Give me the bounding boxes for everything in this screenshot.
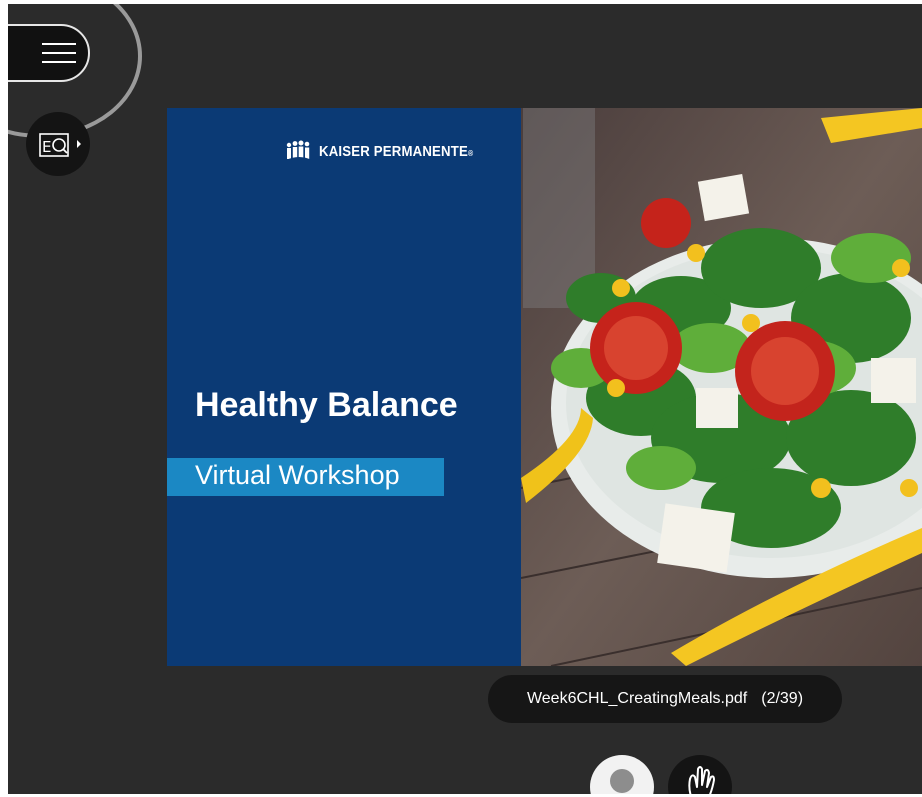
kaiser-logo: KAISER PERMANENTE® (285, 140, 494, 162)
svg-text:E: E (42, 138, 51, 156)
slide-subtitle: Virtual Workshop (195, 460, 400, 490)
my-status-button[interactable] (590, 755, 654, 794)
brand-name: KAISER PERMANENTE® (319, 142, 474, 160)
raise-hand-button[interactable] (668, 755, 732, 794)
raise-hand-icon (688, 766, 715, 794)
slide-title-panel: KAISER PERMANENTE® Healthy Balance Virtu… (167, 108, 521, 666)
hamburger-icon (42, 43, 76, 63)
file-name-pill[interactable]: Week6CHL_CreatingMeals.pdf (2/39) (488, 675, 842, 723)
kaiser-people-icon (286, 140, 312, 160)
file-name: Week6CHL_CreatingMeals.pdf (526, 690, 748, 707)
closed-captions-button[interactable]: E (26, 112, 90, 176)
salad-photo (521, 108, 922, 666)
closed-captions-icon: E (39, 133, 81, 157)
user-avatar-icon (610, 769, 634, 793)
salad-illustration (521, 108, 922, 666)
page-counter: (2/39) (761, 690, 804, 707)
slide-title: Healthy Balance (195, 386, 458, 424)
open-menu-button[interactable] (8, 24, 90, 82)
shared-slide: KAISER PERMANENTE® Healthy Balance Virtu… (167, 108, 922, 666)
collaborate-session-view: E KAISER PERMANENTE® Healthy Balance Vir… (8, 4, 922, 794)
